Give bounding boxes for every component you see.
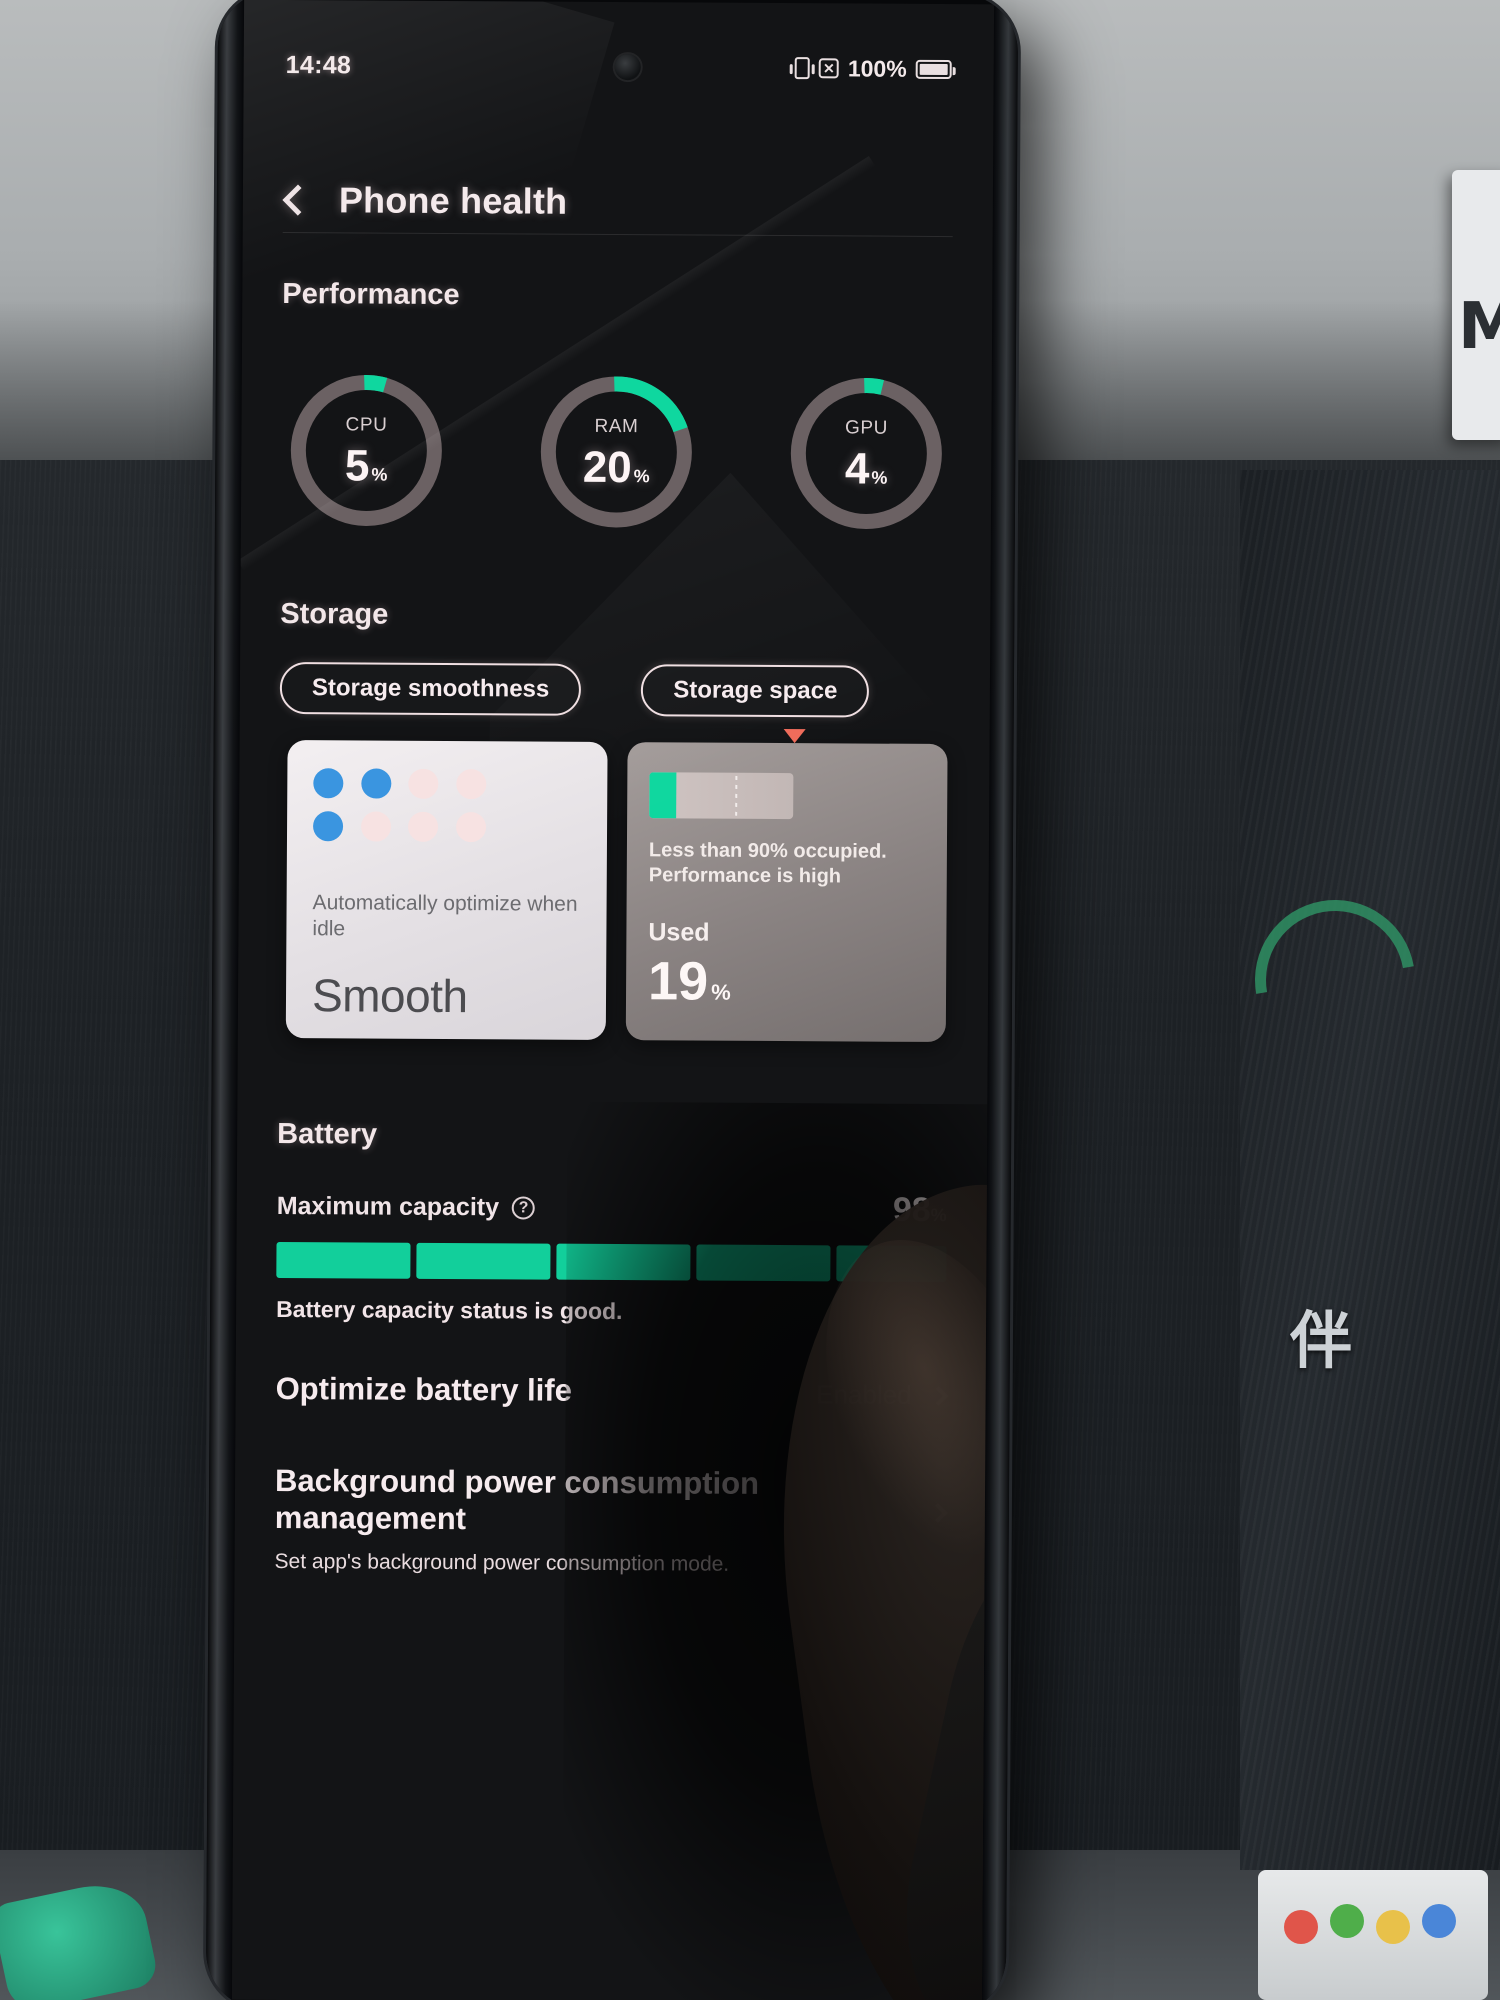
section-title-performance: Performance	[282, 277, 460, 312]
storage-tabs: Storage smoothness Storage space	[279, 661, 960, 718]
back-chevron-icon[interactable]	[282, 184, 314, 216]
chevron-right-icon[interactable]	[928, 1385, 949, 1406]
gauge-cpu[interactable]: CPU 5%	[282, 366, 451, 535]
optimize-dots-graphic	[312, 768, 489, 843]
background-white-card: M	[1452, 170, 1500, 440]
storage-space-note: Less than 90% occupied. Performance is h…	[648, 839, 887, 888]
status-bar-icons: ✕ 100%	[794, 54, 952, 83]
row-optimize-battery-life[interactable]: Optimize battery life Enabled	[275, 1370, 949, 1411]
storage-space-card[interactable]: Less than 90% occupied. Performance is h…	[625, 729, 948, 1043]
tab-storage-space[interactable]: Storage space	[641, 664, 870, 718]
row-background-power-subtitle: Set app's background power consumption m…	[274, 1550, 730, 1577]
capacity-segment	[556, 1243, 691, 1281]
storage-usage-ticks	[735, 775, 738, 816]
help-circle-icon[interactable]: ?	[512, 1195, 536, 1220]
smoothness-subtitle: Automatically optimize when idle	[312, 891, 578, 941]
capacity-segment	[836, 1245, 947, 1283]
battery-icon	[915, 59, 952, 79]
maximum-capacity-row[interactable]: Maximum capacity ? 98%	[277, 1188, 947, 1228]
capacity-segment	[696, 1244, 831, 1282]
status-bar-clock: 14:48	[285, 50, 352, 79]
gauge-gpu-value: 4%	[844, 444, 888, 494]
page-header: Phone health	[243, 155, 994, 250]
battery-capacity-block: Maximum capacity ? 98% Battery capacity …	[237, 1188, 987, 1324]
row-background-power-text-group: Background power consumption management …	[274, 1462, 835, 1578]
right-panel-sheen	[1240, 470, 1500, 1870]
row-background-power-right	[927, 1466, 948, 1523]
maximum-capacity-label: Maximum capacity	[276, 1191, 500, 1221]
battery-percent-label: 100%	[847, 54, 907, 82]
row-background-power-title: Background power consumption management	[274, 1462, 760, 1537]
gauge-gpu[interactable]: GPU 4%	[782, 369, 951, 538]
gauge-cpu-value: 5%	[344, 441, 388, 491]
background-cjk-character: 伴	[1290, 1304, 1353, 1377]
phone-device: 14:48 ✕ 100% Phone health Performance CP…	[205, 0, 1019, 2000]
row-optimize-battery-life-title: Optimize battery life	[275, 1370, 573, 1408]
vibrate-icon	[794, 57, 810, 80]
performance-gauges: CPU 5% RAM 20% GPU 4%	[241, 350, 992, 555]
photo-scene: M 伴 14:48 ✕ 100% Phone health Performanc…	[0, 0, 1500, 2000]
tab-storage-smoothness[interactable]: Storage smoothness	[279, 661, 582, 716]
battery-status-text: Battery capacity status is good.	[276, 1295, 623, 1325]
storage-smoothness-card[interactable]: Automatically optimize when idle Smooth	[285, 740, 608, 1040]
storage-threshold-marker-icon	[783, 729, 806, 744]
maximum-capacity-label-group: Maximum capacity ?	[277, 1191, 536, 1222]
storage-used-value: 19%	[647, 951, 731, 1012]
gauge-ram-value: 20%	[582, 442, 650, 493]
section-title-battery: Battery	[277, 1117, 378, 1151]
row-background-power-management[interactable]: Background power consumption management …	[274, 1462, 948, 1578]
storage-cards: Automatically optimize when idle Smooth …	[285, 729, 948, 1044]
phone-screen: 14:48 ✕ 100% Phone health Performance CP…	[231, 0, 995, 2000]
row-optimize-battery-life-right: Enabled	[816, 1373, 949, 1411]
gauge-cpu-label: CPU	[345, 414, 388, 436]
page-title: Phone health	[338, 179, 568, 222]
background-letter-m: M	[1458, 290, 1500, 364]
front-camera	[614, 53, 641, 81]
row-optimize-battery-life-value: Enabled	[816, 1379, 912, 1410]
capacity-segment	[416, 1242, 551, 1280]
background-object-bottom-right	[1258, 1870, 1488, 2000]
storage-used-label: Used	[648, 918, 710, 947]
storage-usage-fill	[649, 772, 677, 819]
capacity-segment	[276, 1241, 411, 1279]
finger-reflection	[736, 1159, 995, 2000]
smoothness-status: Smooth	[311, 969, 468, 1023]
chevron-right-icon[interactable]	[927, 1503, 948, 1523]
section-title-storage: Storage	[280, 597, 389, 631]
mute-icon: ✕	[818, 58, 839, 79]
gauge-ram-label: RAM	[594, 415, 639, 438]
gauge-gpu-label: GPU	[844, 417, 889, 439]
gauge-ram[interactable]: RAM 20%	[532, 368, 701, 537]
capacity-bar-segments	[276, 1241, 947, 1283]
storage-usage-bar	[649, 772, 794, 820]
maximum-capacity-value: 98%	[892, 1190, 947, 1229]
